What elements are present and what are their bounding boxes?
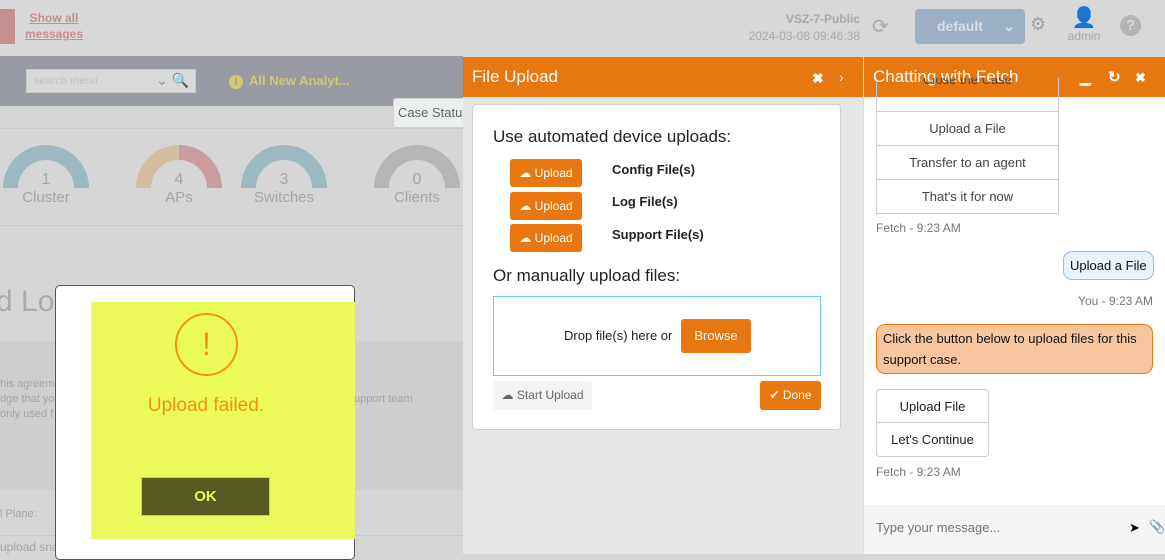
agreement-text: his agreeme dge that you only used f xyxy=(0,377,61,422)
text-line: dge that you xyxy=(0,393,61,405)
close-icon[interactable]: ✖ xyxy=(1135,70,1146,86)
field-label: l Plane: xyxy=(0,508,37,520)
gauge-value: 1 xyxy=(41,171,51,188)
manual-upload-heading: Or manually upload files: xyxy=(493,266,681,285)
chat-option[interactable]: Transfer to an agent xyxy=(876,146,1059,180)
ok-button[interactable]: OK xyxy=(141,477,270,516)
file-upload-header: File Upload ✖ › xyxy=(463,57,863,97)
divider xyxy=(0,225,463,226)
divider xyxy=(0,128,463,129)
button-label: Upload xyxy=(534,166,573,180)
message-meta: You - 9:23 AM xyxy=(1078,294,1153,308)
refresh-icon[interactable]: ⟳ xyxy=(872,14,889,38)
chat-option[interactable]: Upload a File xyxy=(876,112,1059,146)
alert-indicator xyxy=(0,9,15,44)
lets-continue-button[interactable]: Let's Continue xyxy=(876,423,989,457)
restart-icon[interactable]: ↻ xyxy=(1108,68,1121,86)
system-datetime: 2024-03-08 09:46:38 xyxy=(748,29,860,43)
user-name: admin xyxy=(1067,29,1101,43)
chat-message-input[interactable] xyxy=(876,520,1116,535)
paperclip-icon[interactable]: 📎 xyxy=(1149,520,1165,535)
upload-support-button[interactable]: ☁ Upload xyxy=(510,224,582,252)
search-placeholder: search menu xyxy=(34,75,98,87)
help-icon[interactable]: ? xyxy=(1120,15,1141,36)
domain-select-value: default xyxy=(937,18,983,34)
gauge-label: Switches xyxy=(253,189,315,206)
panel-title: File Upload xyxy=(472,67,558,86)
show-all-messages-link[interactable]: Show all messages xyxy=(23,10,85,42)
gauge-switches[interactable]: 3 Switches xyxy=(239,145,329,206)
chat-options: Close the Case Upload a File Transfer to… xyxy=(876,78,1059,214)
field-label: upload sna xyxy=(0,540,59,554)
text-line: upport team xyxy=(354,393,413,405)
gauge-value: 3 xyxy=(279,171,289,188)
alert-dialog: ! Upload failed. OK xyxy=(55,285,355,560)
gear-icon[interactable]: ⚙ xyxy=(1030,14,1046,35)
button-label: Start Upload xyxy=(516,388,584,402)
gauge-label: Cluster xyxy=(22,189,70,206)
chat-input-area: ➤ 📎 xyxy=(864,505,1165,554)
gauge-cluster[interactable]: 1 Cluster xyxy=(1,145,91,206)
gauge-aps[interactable]: 4 APs xyxy=(134,145,224,206)
announcement-link[interactable]: i All New Analyt... xyxy=(229,73,350,89)
message-meta: Fetch - 9:23 AM xyxy=(876,221,961,235)
file-type-label: Support File(s) xyxy=(612,227,704,242)
section-heading: d Lo xyxy=(0,285,55,318)
chat-option[interactable]: Close the Case xyxy=(876,78,1059,112)
gauge-label: APs xyxy=(165,189,193,206)
chevron-down-icon: ⌄ xyxy=(1003,18,1015,34)
warning-icon: ! xyxy=(175,313,238,376)
alert-message: Upload failed. xyxy=(147,395,265,416)
info-icon: i xyxy=(229,75,243,89)
upload-log-button[interactable]: ☁ Upload xyxy=(510,192,582,220)
text-line: only used f xyxy=(0,408,54,420)
minimize-icon[interactable]: ▁ xyxy=(1080,69,1091,86)
alert-content: ! Upload failed. OK xyxy=(91,302,355,539)
button-label: Upload xyxy=(534,231,573,245)
auto-upload-heading: Use automated device uploads: xyxy=(493,127,732,146)
file-upload-panel: File Upload ✖ › Use automated device upl… xyxy=(463,57,863,554)
button-label: Upload xyxy=(534,199,573,213)
drop-text: Drop file(s) here or xyxy=(564,328,673,343)
user-icon: 👤 xyxy=(1071,7,1097,29)
bot-message: Click the button below to upload files f… xyxy=(876,324,1153,374)
text-line: his agreeme xyxy=(0,378,61,390)
done-button[interactable]: ✔ Done xyxy=(760,381,821,410)
gauge-clients[interactable]: 0 Clients xyxy=(372,145,462,206)
file-type-label: Config File(s) xyxy=(612,162,696,177)
user-message: Upload a File xyxy=(1063,251,1154,280)
button-label: Done xyxy=(782,388,812,402)
case-status-tab[interactable]: Case Status xyxy=(393,98,465,128)
announcement-text: All New Analyt... xyxy=(249,73,350,88)
system-info: VSZ-7-Public 2024-03-08 09:46:38 xyxy=(740,11,860,45)
drop-zone[interactable]: Drop file(s) here or Browse xyxy=(493,296,821,376)
send-icon[interactable]: ➤ xyxy=(1129,521,1140,536)
search-menu-input[interactable]: search menu ⌄ 🔍 xyxy=(26,69,196,93)
file-type-label: Log File(s) xyxy=(612,194,678,209)
chat-panel: Chatting with Fetch ▁ ↻ ✖ Close the Case… xyxy=(863,57,1165,554)
chevron-right-icon[interactable]: › xyxy=(839,69,844,85)
gauge-value: 4 xyxy=(174,171,184,188)
search-icon: ⌄ 🔍 xyxy=(155,72,189,88)
file-upload-card: Use automated device uploads: ☁ Upload C… xyxy=(472,104,841,430)
domain-select[interactable]: default ⌄ xyxy=(915,9,1025,44)
system-name: VSZ-7-Public xyxy=(785,12,860,26)
chat-option[interactable]: That's it for now xyxy=(876,180,1059,214)
browse-button[interactable]: Browse xyxy=(681,319,751,353)
close-icon[interactable]: ✖ xyxy=(812,70,824,87)
upload-file-button[interactable]: Upload File xyxy=(876,389,989,423)
gauge-label: Clients xyxy=(394,189,440,206)
upload-config-button[interactable]: ☁ Upload xyxy=(510,159,582,187)
start-upload-button[interactable]: ☁ Start Upload xyxy=(493,381,592,410)
message-meta: Fetch - 9:23 AM xyxy=(876,465,961,479)
user-menu[interactable]: 👤 admin xyxy=(1066,7,1102,43)
gauge-value: 0 xyxy=(412,171,422,188)
